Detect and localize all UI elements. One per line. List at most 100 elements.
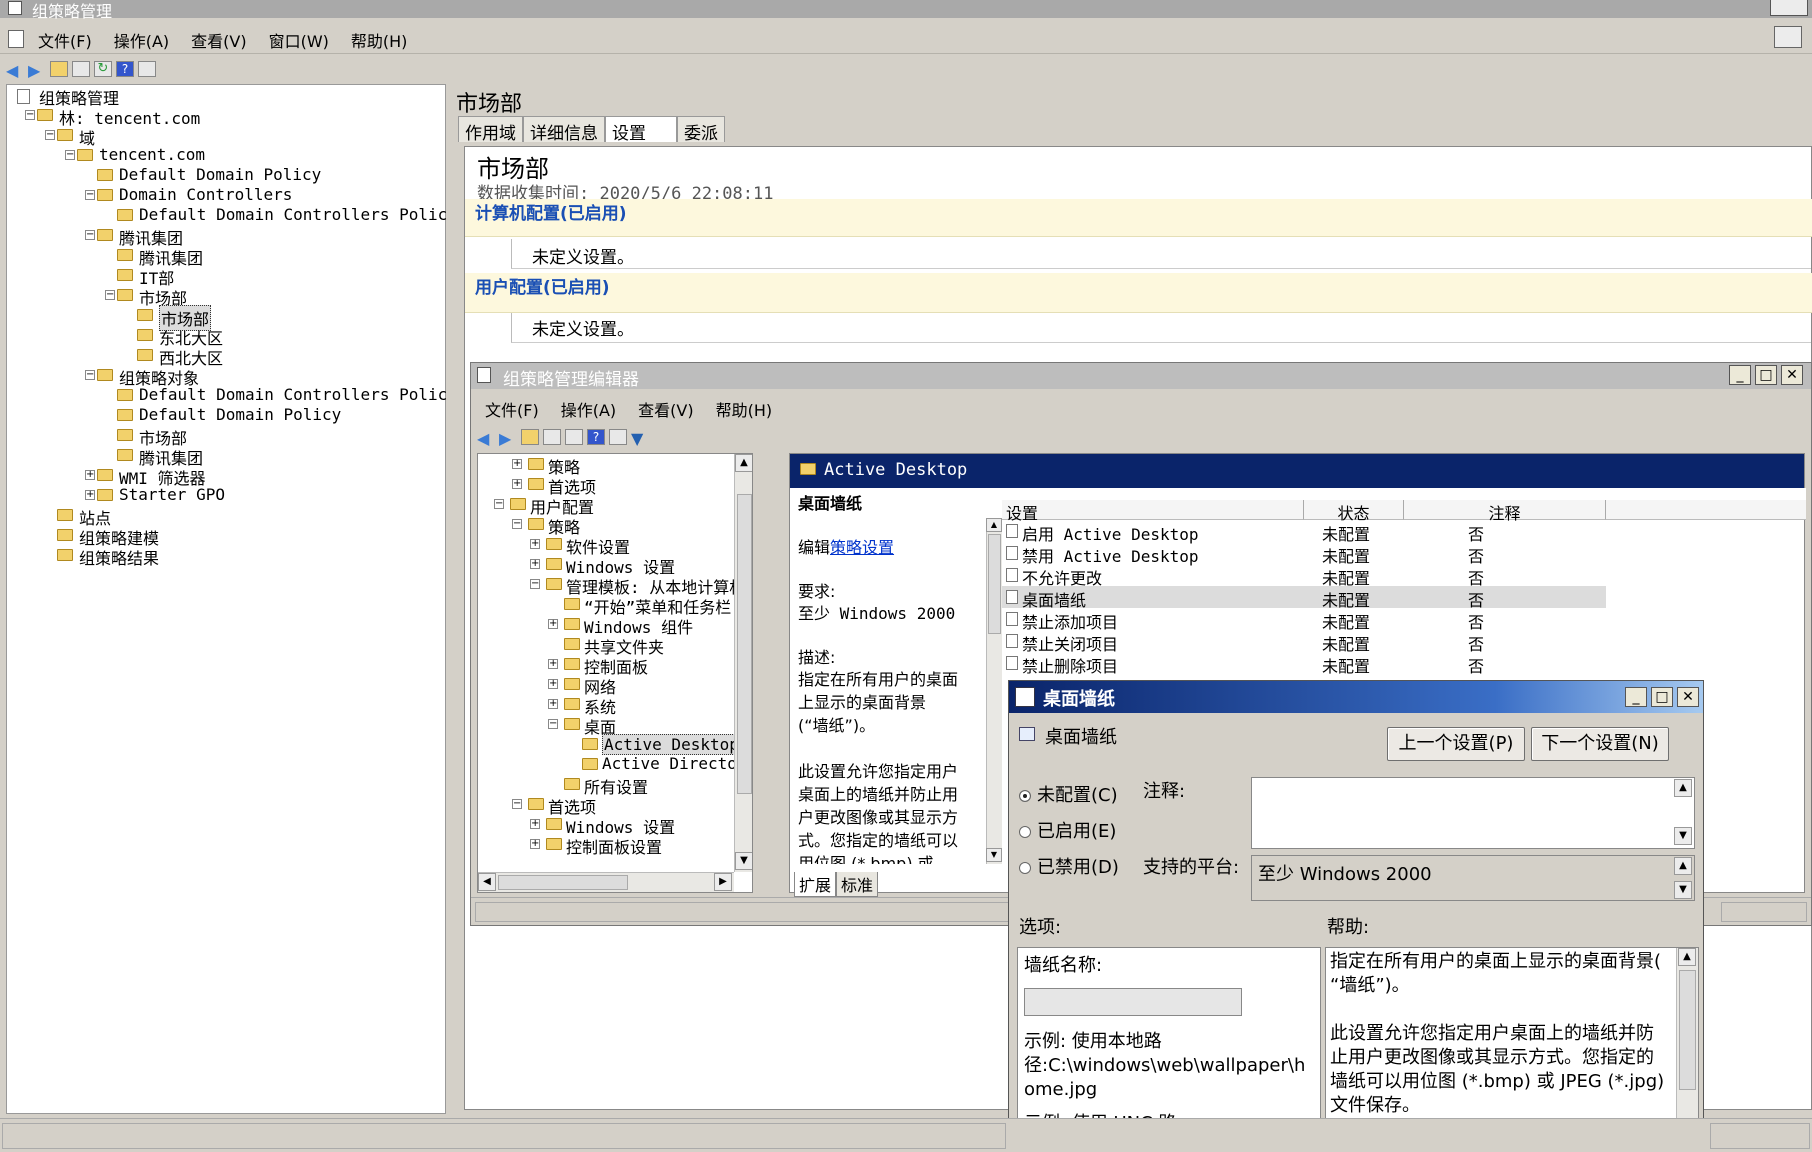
previous-setting-button[interactable]: 上一个设置(P) <box>1387 727 1525 761</box>
setting-row[interactable]: 不允许更改 未配置否 <box>1002 564 1606 588</box>
tree-item[interactable]: 站点 <box>7 505 445 528</box>
expand-toggle-icon[interactable]: + <box>548 679 558 689</box>
help-scroll-thumb[interactable] <box>1679 970 1696 1090</box>
tree-item[interactable]: − 用户配置 <box>478 494 752 517</box>
tree-item[interactable]: 市场部 <box>7 425 445 448</box>
computer-config-header[interactable]: 计算机配置(已启用) <box>465 199 1812 237</box>
platform-scroll-down[interactable]: ▼ <box>1674 881 1692 899</box>
state-radio[interactable]: 已禁用(D) <box>1019 853 1119 879</box>
expand-toggle-icon[interactable]: − <box>65 150 75 160</box>
setting-row[interactable]: 启用 Active Desktop 未配置否 <box>1002 520 1606 544</box>
expand-toggle-icon[interactable]: + <box>85 490 95 500</box>
help-icon[interactable]: ? <box>116 61 134 77</box>
tree-item[interactable]: + Windows 设置 <box>478 554 752 577</box>
state-radio[interactable]: 已启用(E) <box>1019 817 1116 843</box>
tree-item[interactable]: Active Directory <box>478 754 752 774</box>
editor-tree-vscroll[interactable]: ▲ ▼ <box>734 454 752 872</box>
expand-toggle-icon[interactable]: + <box>530 559 540 569</box>
dialog-close-button[interactable]: ✕ <box>1677 687 1699 707</box>
menu-item[interactable]: 查看(V) <box>191 28 246 52</box>
editor-export-icon[interactable] <box>565 429 583 445</box>
expand-toggle-icon[interactable]: + <box>85 470 95 480</box>
policy-settings-link[interactable]: 策略设置 <box>830 538 894 557</box>
desc-vscroll[interactable]: ▲ ▼ <box>986 518 1002 864</box>
tree-scroll-down[interactable]: ▼ <box>735 852 752 870</box>
filter-icon[interactable]: ▼ <box>631 429 649 448</box>
expand-toggle-icon[interactable]: − <box>85 370 95 380</box>
setting-row[interactable]: 桌面墙纸 未配置否 <box>1002 586 1606 610</box>
col-header-comment[interactable]: 注释 <box>1404 500 1606 523</box>
tree-item[interactable]: − 组策略对象 <box>7 365 445 388</box>
expand-toggle-icon[interactable]: − <box>85 230 95 240</box>
desc-scroll-up[interactable]: ▲ <box>986 518 1002 532</box>
expand-toggle-icon[interactable]: + <box>548 699 558 709</box>
tab[interactable]: 作用域 <box>458 116 523 144</box>
properties-icon[interactable] <box>138 61 156 77</box>
expand-toggle-icon[interactable]: − <box>494 499 504 509</box>
editor-help-icon[interactable]: ? <box>587 429 605 445</box>
tree-item[interactable]: − 域 <box>7 125 445 148</box>
tree-item[interactable]: − 策略 <box>478 514 752 537</box>
tree-item[interactable]: − 林: tencent.com <box>7 105 445 128</box>
editor-tree-hscroll[interactable]: ◀ ▶ <box>478 872 734 892</box>
tree-item[interactable]: + 网络 <box>478 674 752 697</box>
editor-up-icon[interactable] <box>521 429 539 445</box>
minimize-button[interactable] <box>1770 0 1808 16</box>
tree-item[interactable]: + Starter GPO <box>7 485 445 505</box>
menu-item[interactable]: 帮助(H) <box>716 397 773 421</box>
refresh-icon[interactable]: ↻ <box>94 61 112 77</box>
expand-toggle-icon[interactable]: − <box>45 130 55 140</box>
tree-item[interactable]: − Domain Controllers <box>7 185 445 205</box>
tree-item[interactable]: + 策略 <box>478 454 752 477</box>
setting-row[interactable]: 禁用 Active Desktop 未配置否 <box>1002 542 1606 566</box>
tree-item[interactable]: − 管理模板: 从本地计算机 <box>478 574 752 597</box>
show-hide-tree-icon[interactable] <box>72 61 90 77</box>
expand-toggle-icon[interactable]: + <box>548 659 558 669</box>
col-header-state[interactable]: 状态 <box>1304 500 1404 523</box>
tree-item[interactable]: 所有设置 <box>478 774 752 797</box>
expand-toggle-icon[interactable]: − <box>530 579 540 589</box>
comment-scroll-up[interactable]: ▲ <box>1674 779 1692 797</box>
col-header-setting[interactable]: 设置 <box>1002 500 1304 523</box>
state-radio[interactable]: 未配置(C) <box>1019 781 1118 807</box>
expand-toggle-icon[interactable]: + <box>530 539 540 549</box>
editor-minimize-button[interactable]: _ <box>1729 365 1751 385</box>
tree-item[interactable]: 市场部 <box>7 305 445 331</box>
expand-toggle-icon[interactable]: + <box>530 819 540 829</box>
tab[interactable]: 委派 <box>677 116 725 144</box>
expand-toggle-icon[interactable]: + <box>530 839 540 849</box>
menu-item[interactable]: 窗口(W) <box>269 28 329 52</box>
wallpaper-name-input[interactable] <box>1024 988 1242 1016</box>
dialog-maximize-button[interactable]: □ <box>1651 687 1673 707</box>
editor-tree-icon[interactable] <box>543 429 561 445</box>
tree-item[interactable]: − tencent.com <box>7 145 445 165</box>
tree-scroll-left[interactable]: ◀ <box>478 873 496 891</box>
menu-item[interactable]: 文件(F) <box>38 28 92 52</box>
editor-close-button[interactable]: ✕ <box>1781 365 1803 385</box>
comment-textarea[interactable]: ▲ ▼ <box>1251 777 1695 849</box>
next-setting-button[interactable]: 下一个设置(N) <box>1531 727 1669 761</box>
menu-item[interactable]: 帮助(H) <box>351 28 408 52</box>
tree-item[interactable]: + 首选项 <box>478 474 752 497</box>
tree-item[interactable]: − 桌面 <box>478 714 752 737</box>
tree-item[interactable]: + Windows 组件 <box>478 614 752 637</box>
tree-item[interactable]: − 腾讯集团 <box>7 225 445 248</box>
menu-item[interactable]: 操作(A) <box>114 28 169 52</box>
radio-button[interactable] <box>1019 790 1031 802</box>
tree-item[interactable]: Default Domain Policy <box>7 165 445 185</box>
tree-item[interactable]: Default Domain Controllers Policy <box>7 385 457 405</box>
radio-button[interactable] <box>1019 826 1031 838</box>
tree-item[interactable]: IT部 <box>7 265 445 288</box>
tree-item[interactable]: + 软件设置 <box>478 534 752 557</box>
tree-item[interactable]: + WMI 筛选器 <box>7 465 445 488</box>
expand-toggle-icon[interactable]: − <box>512 799 522 809</box>
menu-item[interactable]: 文件(F) <box>485 397 539 421</box>
expand-toggle-icon[interactable]: + <box>512 459 522 469</box>
setting-row[interactable]: 禁止添加项目 未配置否 <box>1002 608 1606 632</box>
expand-toggle-icon[interactable]: − <box>512 519 522 529</box>
tree-item[interactable]: − 首选项 <box>478 794 752 817</box>
desc-scroll-thumb[interactable] <box>988 534 1001 634</box>
tree-item[interactable]: + 系统 <box>478 694 752 717</box>
tree-hscroll-thumb[interactable] <box>498 875 628 890</box>
menu-item[interactable]: 操作(A) <box>561 397 616 421</box>
